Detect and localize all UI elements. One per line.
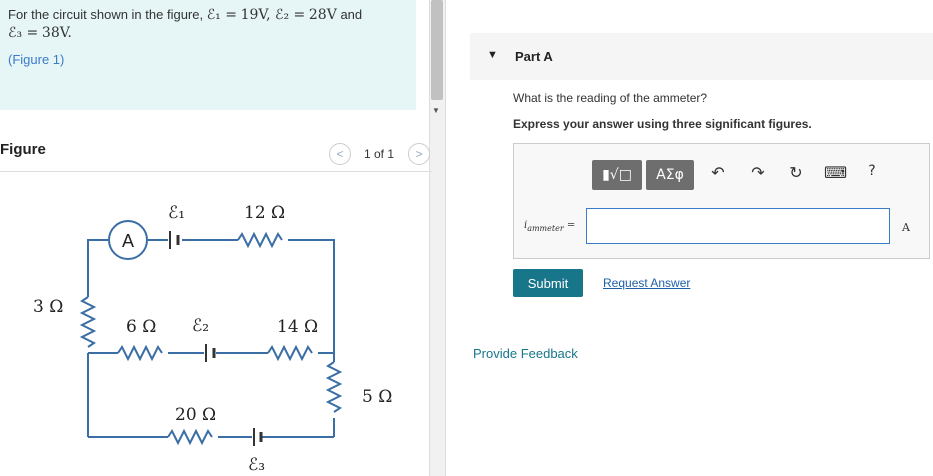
- resistor-3: [79, 296, 97, 348]
- label-r6: 6 Ω: [126, 317, 156, 337]
- resistor-6: [117, 344, 163, 362]
- undo-icon[interactable]: ↶: [708, 163, 728, 182]
- label-r3: 3 Ω: [33, 297, 63, 317]
- answer-equals: =: [563, 220, 576, 231]
- scrollbar-thumb[interactable]: [431, 0, 443, 100]
- instruction-text: Express your answer using three signific…: [513, 117, 812, 131]
- label-r12: 12 Ω: [244, 203, 285, 223]
- label-e3: ℰ₃: [248, 455, 265, 475]
- label-e1: ℰ₁: [168, 203, 185, 223]
- answer-unit: A: [902, 221, 910, 234]
- ammeter-label: A: [122, 231, 134, 251]
- answer-label: iammeter =: [524, 220, 575, 233]
- help-button[interactable]: ?: [862, 163, 882, 179]
- wire-top-left: [87, 239, 108, 297]
- resistor-12: [237, 231, 283, 249]
- math-toolbar: ▮√□ ΑΣφ ↶ ↷ ↻ ⌨ ?: [592, 155, 922, 195]
- label-r20: 20 Ω: [175, 405, 216, 425]
- label-r5: 5 Ω: [362, 387, 392, 407]
- e3-symbol: ℰ₃ =: [8, 25, 39, 41]
- resistor-5: [325, 361, 343, 413]
- question-text: What is the reading of the ammeter?: [513, 91, 708, 105]
- e1-symbol: ℰ₁ =: [206, 7, 237, 23]
- chevron-left-icon[interactable]: <: [329, 143, 351, 165]
- e3-value: 38V.: [41, 25, 72, 41]
- e1-value: 19V: [240, 7, 267, 23]
- label-e2: ℰ₂: [192, 316, 209, 336]
- provide-feedback-link[interactable]: Provide Feedback: [473, 346, 578, 361]
- problem-prefix: For the circuit shown in the figure,: [8, 7, 207, 22]
- templates-button[interactable]: ▮√□: [592, 160, 642, 190]
- answer-input[interactable]: [586, 208, 890, 244]
- figure-link[interactable]: (Figure 1): [8, 52, 64, 67]
- keyboard-icon[interactable]: ⌨: [824, 163, 847, 182]
- resistor-14: [267, 344, 313, 362]
- e2-value: 28V: [308, 7, 337, 23]
- resistor-20: [167, 428, 213, 446]
- figure-pager: 1 of 1: [364, 147, 395, 161]
- reset-icon[interactable]: ↻: [786, 163, 806, 182]
- request-answer-link[interactable]: Request Answer: [603, 276, 690, 290]
- e2-symbol: , ℰ₂ =: [266, 7, 306, 23]
- circuit-diagram: A ℰ₁ 12 Ω 3 Ω 6 Ω ℰ₂ 14 Ω 5 Ω 20 Ω ℰ₃: [33, 203, 392, 475]
- submit-button[interactable]: Submit: [513, 269, 583, 297]
- figure-title: Figure: [0, 141, 46, 158]
- symbols-button[interactable]: ΑΣφ: [646, 160, 694, 190]
- answer-subscript: ammeter: [527, 224, 564, 233]
- triangle-down-icon[interactable]: ▼: [487, 49, 498, 61]
- redo-icon[interactable]: ↷: [748, 163, 768, 182]
- panel-divider: [445, 0, 446, 476]
- label-r14: 14 Ω: [277, 317, 318, 337]
- scroll-down-arrow-icon[interactable]: ▼: [432, 106, 440, 115]
- problem-text: For the circuit shown in the figure, ℰ₁ …: [8, 6, 362, 42]
- part-title: Part A: [515, 49, 553, 64]
- chevron-right-icon[interactable]: >: [408, 143, 430, 165]
- and-word: and: [336, 7, 363, 22]
